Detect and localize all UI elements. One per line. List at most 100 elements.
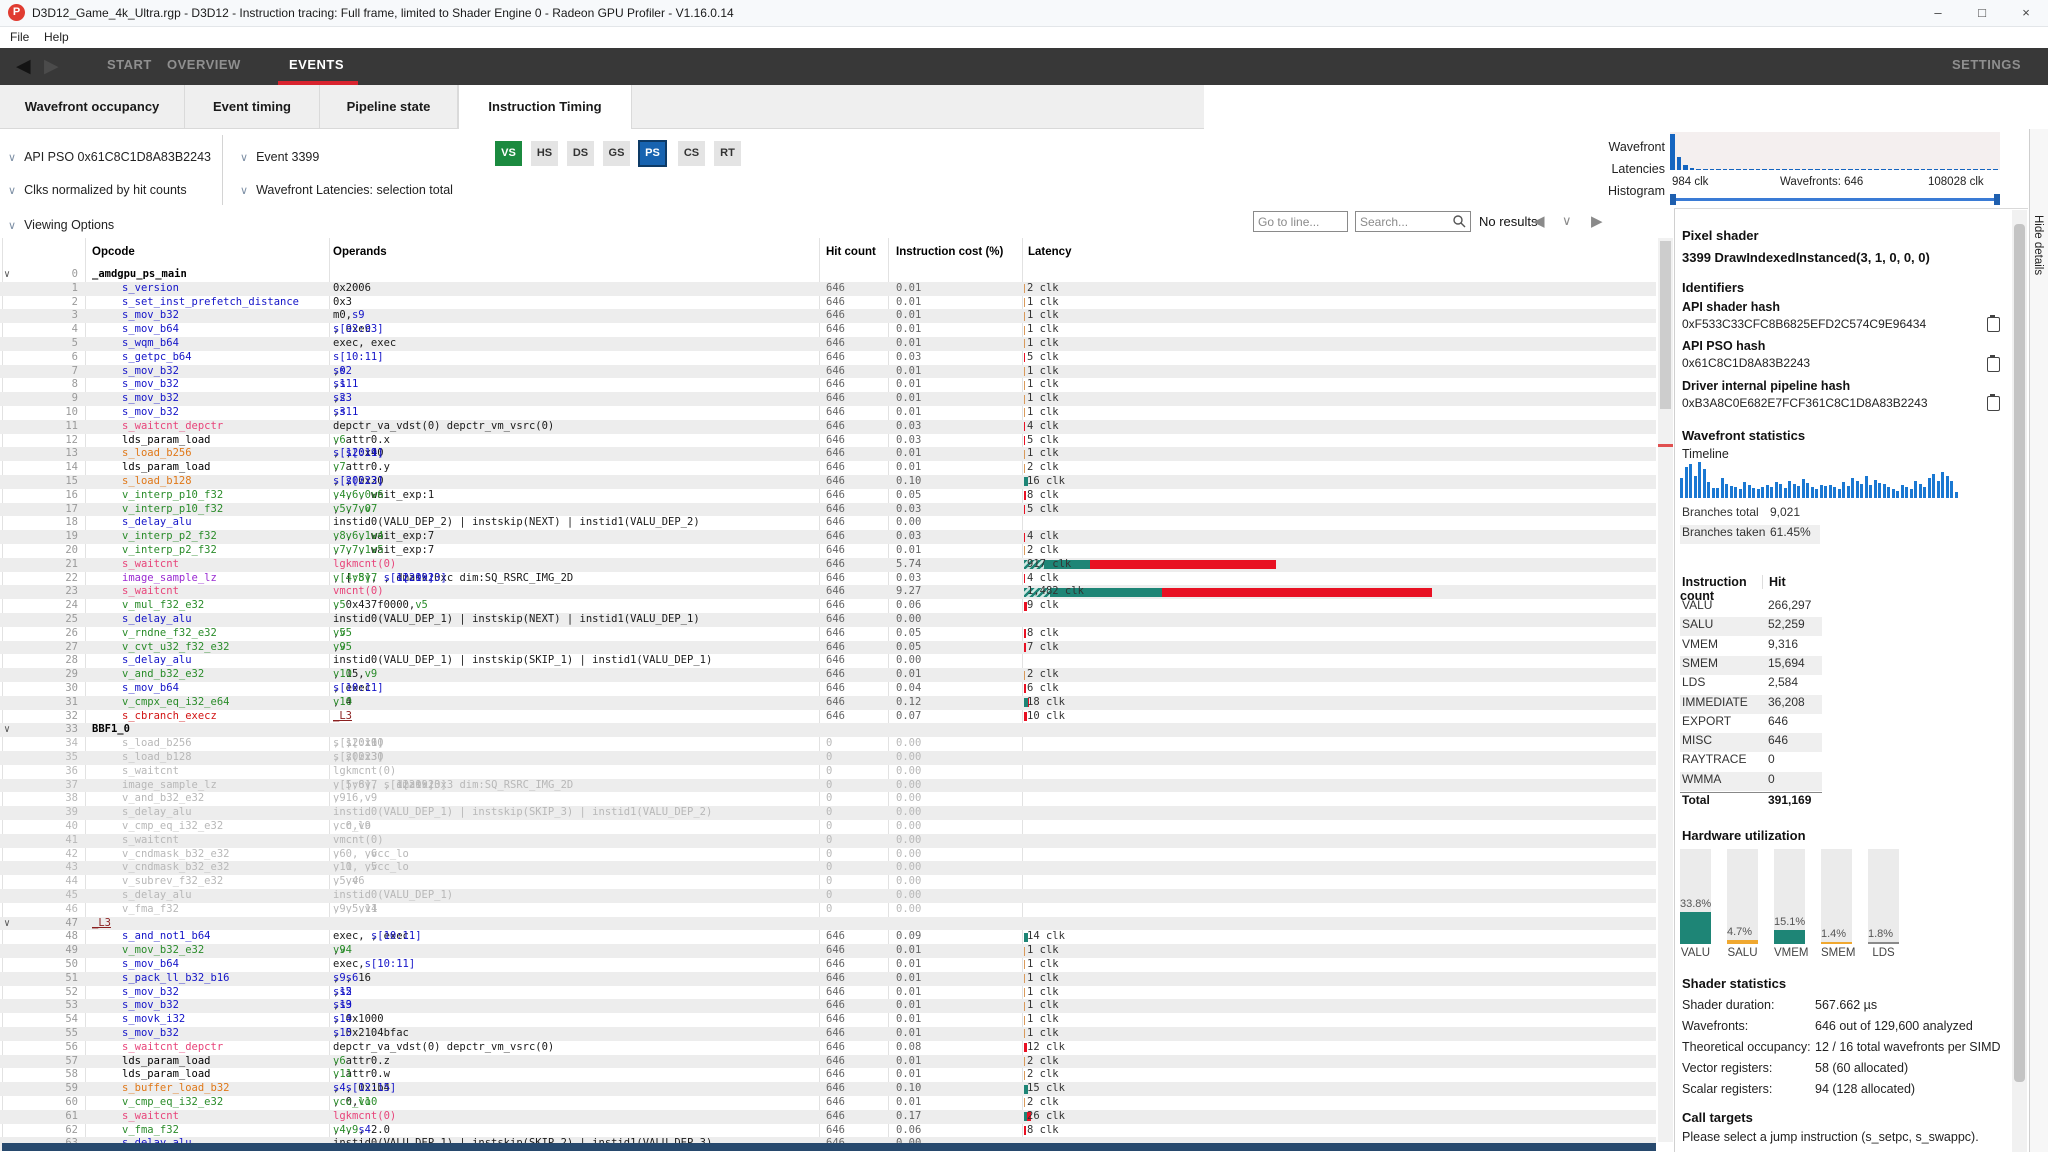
forward-arrow-icon[interactable]: ▶ bbox=[44, 55, 59, 78]
table-row[interactable]: 50s_mov_b64exec, s[10:11]6460.011 clk bbox=[0, 958, 1656, 972]
table-row[interactable]: 23s_waitcntvmcnt(0)6469.271,482 clk bbox=[0, 585, 1656, 599]
table-row[interactable]: 61s_waitcntlgkmcnt(0)6460.1726 clk bbox=[0, 1110, 1656, 1124]
table-row[interactable]: 29v_and_b32_e32v10, 15, v96460.012 clk bbox=[0, 668, 1656, 682]
menu-help[interactable]: Help bbox=[44, 30, 69, 44]
table-row[interactable]: 51s_pack_ll_b32_b16s9, s6, 166460.011 cl… bbox=[0, 972, 1656, 986]
table-row[interactable]: 26v_rndne_f32_e32v5, v56460.058 clk bbox=[0, 627, 1656, 641]
stage-gs-button[interactable]: GS bbox=[603, 141, 630, 166]
col-header-hit-count[interactable]: Hit count bbox=[826, 246, 876, 258]
table-row[interactable]: 7s_mov_b32s0, s26460.011 clk bbox=[0, 365, 1656, 379]
menu-file[interactable]: File bbox=[10, 30, 29, 44]
table-row[interactable]: 55s_mov_b32s15, 0x2104bfac6460.011 clk bbox=[0, 1027, 1656, 1041]
goto-line-input[interactable] bbox=[1253, 211, 1348, 232]
maximize-button[interactable]: □ bbox=[1960, 0, 2004, 25]
col-header-latency[interactable]: Latency bbox=[1028, 246, 1071, 258]
table-row[interactable]: 53s_mov_b32s13, s96460.011 clk bbox=[0, 999, 1656, 1013]
dropdown-icon[interactable]: ∨ bbox=[1562, 213, 1572, 229]
table-row[interactable]: 32s_cbranch_execz_L36460.0710 clk bbox=[0, 710, 1656, 724]
minimize-button[interactable]: – bbox=[1916, 0, 1960, 25]
tab-start[interactable]: START bbox=[107, 57, 152, 72]
table-row[interactable]: 20v_interp_p2_f32v7, v7, v1, v5 wait_exp… bbox=[0, 544, 1656, 558]
table-row[interactable]: 9s_mov_b32s2, s36460.011 clk bbox=[0, 392, 1656, 406]
prev-result-icon[interactable]: ◀ bbox=[1533, 212, 1545, 230]
panel-scrollbar-thumb[interactable] bbox=[2014, 224, 2025, 1082]
table-row[interactable]: 27v_cvt_u32_f32_e32v9, v56460.057 clk bbox=[0, 641, 1656, 655]
tab-settings[interactable]: SETTINGS bbox=[1952, 57, 2021, 72]
table-row[interactable]: 42v_cndmask_b32_e32v6, 0, v6, vcc_lo00.0… bbox=[0, 848, 1656, 862]
table-row[interactable]: 54s_movk_i32s14, 0x10006460.011 clk bbox=[0, 1013, 1656, 1027]
table-row[interactable]: 38v_and_b32_e32v9, 16, v900.00 bbox=[0, 792, 1656, 806]
col-header-opcode[interactable]: Opcode bbox=[92, 246, 135, 258]
table-row[interactable]: 40v_cmp_eq_i32_e32vcc_lo, 0, v900.00 bbox=[0, 820, 1656, 834]
table-row[interactable]: 2s_set_inst_prefetch_distance0x36460.011… bbox=[0, 296, 1656, 310]
table-row[interactable]: 4s_mov_b64s[92:93], exec6460.011 clk bbox=[0, 323, 1656, 337]
copy-to-clipboard-icon[interactable] bbox=[1987, 317, 2000, 332]
viewing-options-dropdown[interactable]: ∨Viewing Options bbox=[8, 216, 114, 234]
table-scrollbar-thumb[interactable] bbox=[1660, 241, 1671, 409]
slider-handle-right[interactable] bbox=[1994, 194, 2000, 205]
subtab-event-timing[interactable]: Event timing bbox=[185, 85, 320, 128]
table-row[interactable]: 17v_interp_p10_f32v5, v7, v0, v76460.035… bbox=[0, 503, 1656, 517]
table-row[interactable]: 10s_mov_b32s3, s116460.011 clk bbox=[0, 406, 1656, 420]
copy-to-clipboard-icon[interactable] bbox=[1987, 396, 2000, 411]
table-label-row[interactable]: ∨47_L3 bbox=[0, 917, 1656, 931]
back-arrow-icon[interactable]: ◀ bbox=[16, 55, 31, 78]
table-row[interactable]: 1s_version0x20066460.012 clk bbox=[0, 282, 1656, 296]
slider-handle-left[interactable] bbox=[1670, 194, 1676, 205]
wavefront-latency-histogram[interactable] bbox=[1670, 132, 2000, 170]
horizontal-scrollbar[interactable] bbox=[2, 1143, 1656, 1151]
copy-to-clipboard-icon[interactable] bbox=[1987, 357, 2000, 372]
wavefront-latencies-dropdown[interactable]: ∨Wavefront Latencies: selection total bbox=[240, 181, 453, 199]
table-row[interactable]: 6s_getpc_b64s[10:11]6460.035 clk bbox=[0, 351, 1656, 365]
stage-vs-button[interactable]: VS bbox=[495, 141, 522, 166]
table-row[interactable]: 39s_delay_aluinstid0(VALU_DEP_1) | insts… bbox=[0, 806, 1656, 820]
table-row[interactable]: 19v_interp_p2_f32v8, v6, v1, v4 wait_exp… bbox=[0, 530, 1656, 544]
table-row[interactable]: 13s_load_b256s[12:19], s[0:1], 0x406460.… bbox=[0, 447, 1656, 461]
table-row[interactable]: 18s_delay_aluinstid0(VALU_DEP_2) | insts… bbox=[0, 516, 1656, 530]
table-row[interactable]: 22image_sample_lzv[4:5], [v8, v7], s[12:… bbox=[0, 572, 1656, 586]
table-row[interactable]: 30s_mov_b64s[10:11], exec6460.046 clk bbox=[0, 682, 1656, 696]
table-row[interactable]: 25s_delay_aluinstid0(VALU_DEP_1) | insts… bbox=[0, 613, 1656, 627]
stage-ds-button[interactable]: DS bbox=[567, 141, 594, 166]
stage-hs-button[interactable]: HS bbox=[531, 141, 558, 166]
table-row[interactable]: 8s_mov_b32s1, s116460.011 clk bbox=[0, 378, 1656, 392]
table-row[interactable]: 41s_waitcntvmcnt(0)00.00 bbox=[0, 834, 1656, 848]
table-label-row[interactable]: ∨0_amdgpu_ps_main bbox=[0, 268, 1656, 282]
tab-overview[interactable]: OVERVIEW bbox=[167, 57, 241, 72]
table-row[interactable]: 45s_delay_aluinstid0(VALU_DEP_1)00.00 bbox=[0, 889, 1656, 903]
table-row[interactable]: 3s_mov_b32m0, s96460.011 clk bbox=[0, 309, 1656, 323]
subtab-wavefront-occupancy[interactable]: Wavefront occupancy bbox=[0, 85, 185, 128]
close-button[interactable]: × bbox=[2004, 0, 2048, 25]
table-row[interactable]: 15s_load_b128s[20:23], s[2:3], 0x206460.… bbox=[0, 475, 1656, 489]
table-row[interactable]: 62v_fma_f32v4, v9, s4, 2.06460.068 clk bbox=[0, 1124, 1656, 1138]
subtab-instruction-timing[interactable]: Instruction Timing bbox=[458, 85, 632, 129]
table-row[interactable]: 11s_waitcnt_depctrdepctr_va_vdst(0) depc… bbox=[0, 420, 1656, 434]
table-row[interactable]: 34s_load_b256s[12:19], s[0:1], 0x6000.00 bbox=[0, 737, 1656, 751]
table-row[interactable]: 36s_waitcntlgkmcnt(0)00.00 bbox=[0, 765, 1656, 779]
table-row[interactable]: 48s_and_not1_b64exec, s[10:11], exec6460… bbox=[0, 930, 1656, 944]
table-row[interactable]: 37image_sample_lzv[5:6], [v8, v7], s[12:… bbox=[0, 779, 1656, 793]
subtab-pipeline-state[interactable]: Pipeline state bbox=[320, 85, 458, 128]
table-row[interactable]: 60v_cmp_eq_i32_e32vcc_lo, 0, v106460.012… bbox=[0, 1096, 1656, 1110]
stage-ps-button[interactable]: PS bbox=[639, 141, 666, 166]
col-header-cost[interactable]: Instruction cost (%) bbox=[896, 246, 1003, 258]
table-row[interactable]: 52s_mov_b32s12, s56460.011 clk bbox=[0, 986, 1656, 1000]
table-row[interactable]: 57lds_param_loadv6, attr0.z6460.012 clk bbox=[0, 1055, 1656, 1069]
table-row[interactable]: 5s_wqm_b64exec, exec6460.011 clk bbox=[0, 337, 1656, 351]
stage-rt-button[interactable]: RT bbox=[714, 141, 741, 166]
table-row[interactable]: 58lds_param_loadv11, attr0.w6460.012 clk bbox=[0, 1068, 1656, 1082]
histogram-range-slider[interactable] bbox=[1672, 198, 1998, 201]
table-row[interactable]: 44v_subrev_f32_e32v5, v4, v600.00 bbox=[0, 875, 1656, 889]
table-row[interactable]: 46v_fma_f32v9, v5, v11, v400.00 bbox=[0, 903, 1656, 917]
table-row[interactable]: 16v_interp_p10_f32v4, v6, v0, v6 wait_ex… bbox=[0, 489, 1656, 503]
table-row[interactable]: 14lds_param_loadv7, attr0.y6460.012 clk bbox=[0, 461, 1656, 475]
stage-cs-button[interactable]: CS bbox=[678, 141, 705, 166]
event-dropdown[interactable]: ∨Event 3399 bbox=[240, 148, 319, 166]
clks-dropdown[interactable]: ∨Clks normalized by hit counts bbox=[8, 181, 187, 199]
table-label-row[interactable]: ∨33BBF1_0 bbox=[0, 723, 1656, 737]
table-row[interactable]: 59s_buffer_load_b32s4, s[12:15], 0x1b464… bbox=[0, 1082, 1656, 1096]
hide-details-strip[interactable] bbox=[2029, 129, 2048, 1152]
next-result-icon[interactable]: ▶ bbox=[1591, 212, 1603, 230]
tab-events[interactable]: EVENTS bbox=[289, 57, 344, 72]
col-header-operands[interactable]: Operands bbox=[333, 246, 387, 258]
